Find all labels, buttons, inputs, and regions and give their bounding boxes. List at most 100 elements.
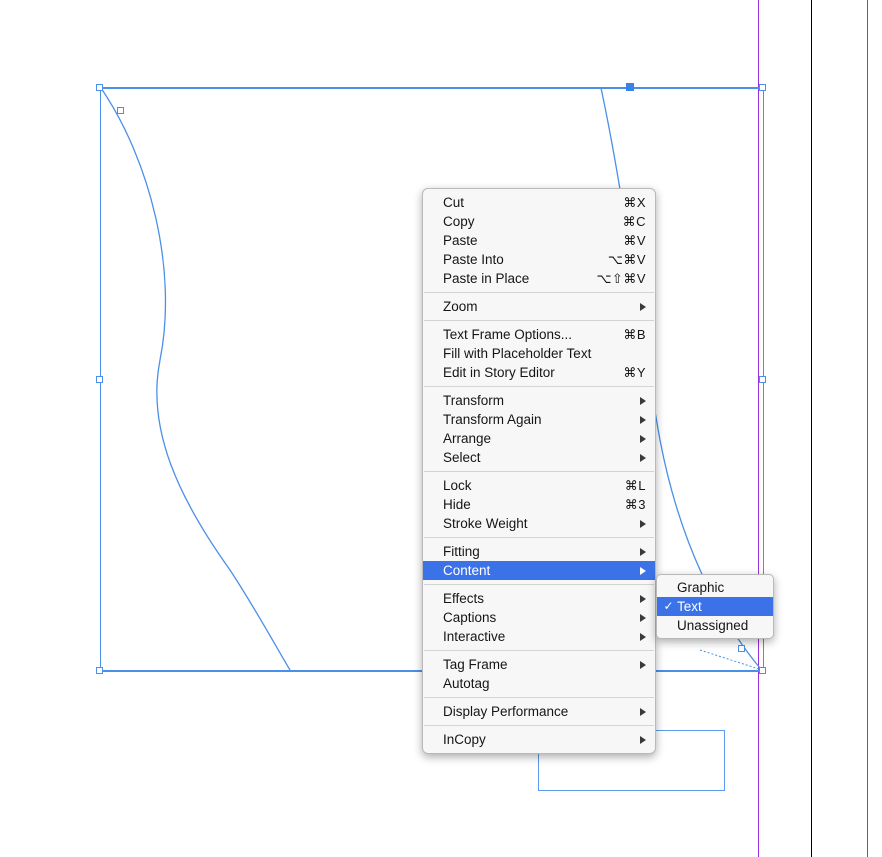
menu-item-shortcut: ⌘X xyxy=(623,193,646,212)
menu-item-shortcut: ⌘V xyxy=(623,231,646,250)
context-menu[interactable]: Cut⌘XCopy⌘CPaste⌘VPaste Into⌥⌘VPaste in … xyxy=(422,188,656,754)
submenu-item-text[interactable]: ✓Text xyxy=(657,597,773,616)
menu-item-zoom[interactable]: Zoom xyxy=(423,297,655,316)
submenu-item-label: Graphic xyxy=(677,578,724,597)
menu-item-paste-in-place[interactable]: Paste in Place ⌥⇧⌘V xyxy=(423,269,655,288)
submenu-arrow-icon xyxy=(640,303,646,311)
menu-item-paste[interactable]: Paste ⌘V xyxy=(423,231,655,250)
submenu-arrow-icon xyxy=(640,520,646,528)
menu-item-label: Edit in Story Editor xyxy=(443,363,555,382)
submenu-arrow-icon xyxy=(640,633,646,641)
submenu-item-unassigned[interactable]: Unassigned xyxy=(657,616,773,635)
selection-handle-bottom-left[interactable] xyxy=(96,667,103,674)
menu-item-shortcut: ⌥⇧⌘V xyxy=(596,269,646,288)
menu-separator xyxy=(424,292,654,293)
submenu-arrow-icon xyxy=(640,397,646,405)
menu-item-paste-into[interactable]: Paste Into ⌥⌘V xyxy=(423,250,655,269)
menu-item-shortcut: ⌘Y xyxy=(623,363,646,382)
submenu-arrow-icon xyxy=(640,595,646,603)
menu-item-label: Text Frame Options... xyxy=(443,325,572,344)
menu-item-transform[interactable]: Transform xyxy=(423,391,655,410)
menu-separator xyxy=(424,471,654,472)
menu-item-label: Paste xyxy=(443,231,478,250)
menu-item-shortcut: ⌘3 xyxy=(625,495,646,514)
menu-item-label: Hide xyxy=(443,495,471,514)
menu-item-copy[interactable]: Copy ⌘C xyxy=(423,212,655,231)
menu-item-text-frame-options[interactable]: Text Frame Options... ⌘B xyxy=(423,325,655,344)
anchor-point-handle-upper-left[interactable] xyxy=(117,107,124,114)
menu-item-label: Paste Into xyxy=(443,250,504,269)
anchor-point-handle-lower-right[interactable] xyxy=(738,645,745,652)
menu-item-autotag[interactable]: Autotag xyxy=(423,674,655,693)
menu-item-label: Tag Frame xyxy=(443,655,508,674)
menu-item-edit-in-story-editor[interactable]: Edit in Story Editor ⌘Y xyxy=(423,363,655,382)
menu-item-stroke-weight[interactable]: Stroke Weight xyxy=(423,514,655,533)
submenu-arrow-icon xyxy=(640,661,646,669)
submenu-arrow-icon xyxy=(640,454,646,462)
menu-separator xyxy=(424,650,654,651)
menu-item-label: InCopy xyxy=(443,730,486,749)
menu-separator xyxy=(424,386,654,387)
menu-item-tag-frame[interactable]: Tag Frame xyxy=(423,655,655,674)
menu-item-cut[interactable]: Cut ⌘X xyxy=(423,193,655,212)
menu-item-interactive[interactable]: Interactive xyxy=(423,627,655,646)
menu-item-captions[interactable]: Captions xyxy=(423,608,655,627)
menu-item-label: Effects xyxy=(443,589,484,608)
checkmark-icon: ✓ xyxy=(663,597,674,616)
menu-item-arrange[interactable]: Arrange xyxy=(423,429,655,448)
menu-separator xyxy=(424,320,654,321)
menu-item-label: Content xyxy=(443,561,490,580)
menu-item-label: Transform xyxy=(443,391,504,410)
menu-separator xyxy=(424,725,654,726)
menu-item-label: Interactive xyxy=(443,627,505,646)
menu-separator xyxy=(424,537,654,538)
menu-item-label: Autotag xyxy=(443,674,490,693)
submenu-arrow-icon xyxy=(640,416,646,424)
menu-item-shortcut: ⌘B xyxy=(623,325,646,344)
menu-item-label: Fill with Placeholder Text xyxy=(443,344,591,363)
menu-item-label: Captions xyxy=(443,608,496,627)
menu-item-fitting[interactable]: Fitting xyxy=(423,542,655,561)
menu-item-label: Stroke Weight xyxy=(443,514,528,533)
menu-item-content[interactable]: Content xyxy=(423,561,655,580)
menu-item-select[interactable]: Select xyxy=(423,448,655,467)
submenu-item-graphic[interactable]: Graphic xyxy=(657,578,773,597)
menu-separator xyxy=(424,584,654,585)
submenu-arrow-icon xyxy=(640,548,646,556)
menu-item-label: Zoom xyxy=(443,297,478,316)
selection-handle-top-left[interactable] xyxy=(96,84,103,91)
submenu-arrow-icon xyxy=(640,614,646,622)
menu-item-shortcut: ⌥⌘V xyxy=(608,250,646,269)
menu-item-hide[interactable]: Hide ⌘3 xyxy=(423,495,655,514)
selection-handle-top-center[interactable] xyxy=(626,83,634,91)
submenu-arrow-icon xyxy=(640,708,646,716)
menu-item-effects[interactable]: Effects xyxy=(423,589,655,608)
menu-item-shortcut: ⌘C xyxy=(623,212,646,231)
selection-handle-bottom-right[interactable] xyxy=(759,667,766,674)
submenu-item-label: Text xyxy=(677,597,702,616)
menu-item-transform-again[interactable]: Transform Again xyxy=(423,410,655,429)
submenu-arrow-icon xyxy=(640,736,646,744)
menu-item-label: Arrange xyxy=(443,429,491,448)
menu-item-label: Transform Again xyxy=(443,410,542,429)
menu-item-shortcut: ⌘L xyxy=(625,476,646,495)
menu-item-display-performance[interactable]: Display Performance xyxy=(423,702,655,721)
menu-item-fill-with-placeholder-text[interactable]: Fill with Placeholder Text xyxy=(423,344,655,363)
menu-item-lock[interactable]: Lock ⌘L xyxy=(423,476,655,495)
selection-handle-middle-left[interactable] xyxy=(96,376,103,383)
submenu-item-label: Unassigned xyxy=(677,616,748,635)
menu-item-label: Copy xyxy=(443,212,475,231)
submenu-arrow-icon xyxy=(640,435,646,443)
menu-separator xyxy=(424,697,654,698)
menu-item-label: Select xyxy=(443,448,481,467)
menu-item-label: Display Performance xyxy=(443,702,568,721)
selection-handle-middle-right[interactable] xyxy=(759,376,766,383)
menu-item-label: Paste in Place xyxy=(443,269,529,288)
selection-handle-top-right[interactable] xyxy=(759,84,766,91)
menu-item-label: Lock xyxy=(443,476,472,495)
menu-item-label: Cut xyxy=(443,193,464,212)
content-submenu[interactable]: Graphic✓TextUnassigned xyxy=(656,574,774,639)
menu-item-label: Fitting xyxy=(443,542,480,561)
menu-item-incopy[interactable]: InCopy xyxy=(423,730,655,749)
submenu-arrow-icon xyxy=(640,567,646,575)
